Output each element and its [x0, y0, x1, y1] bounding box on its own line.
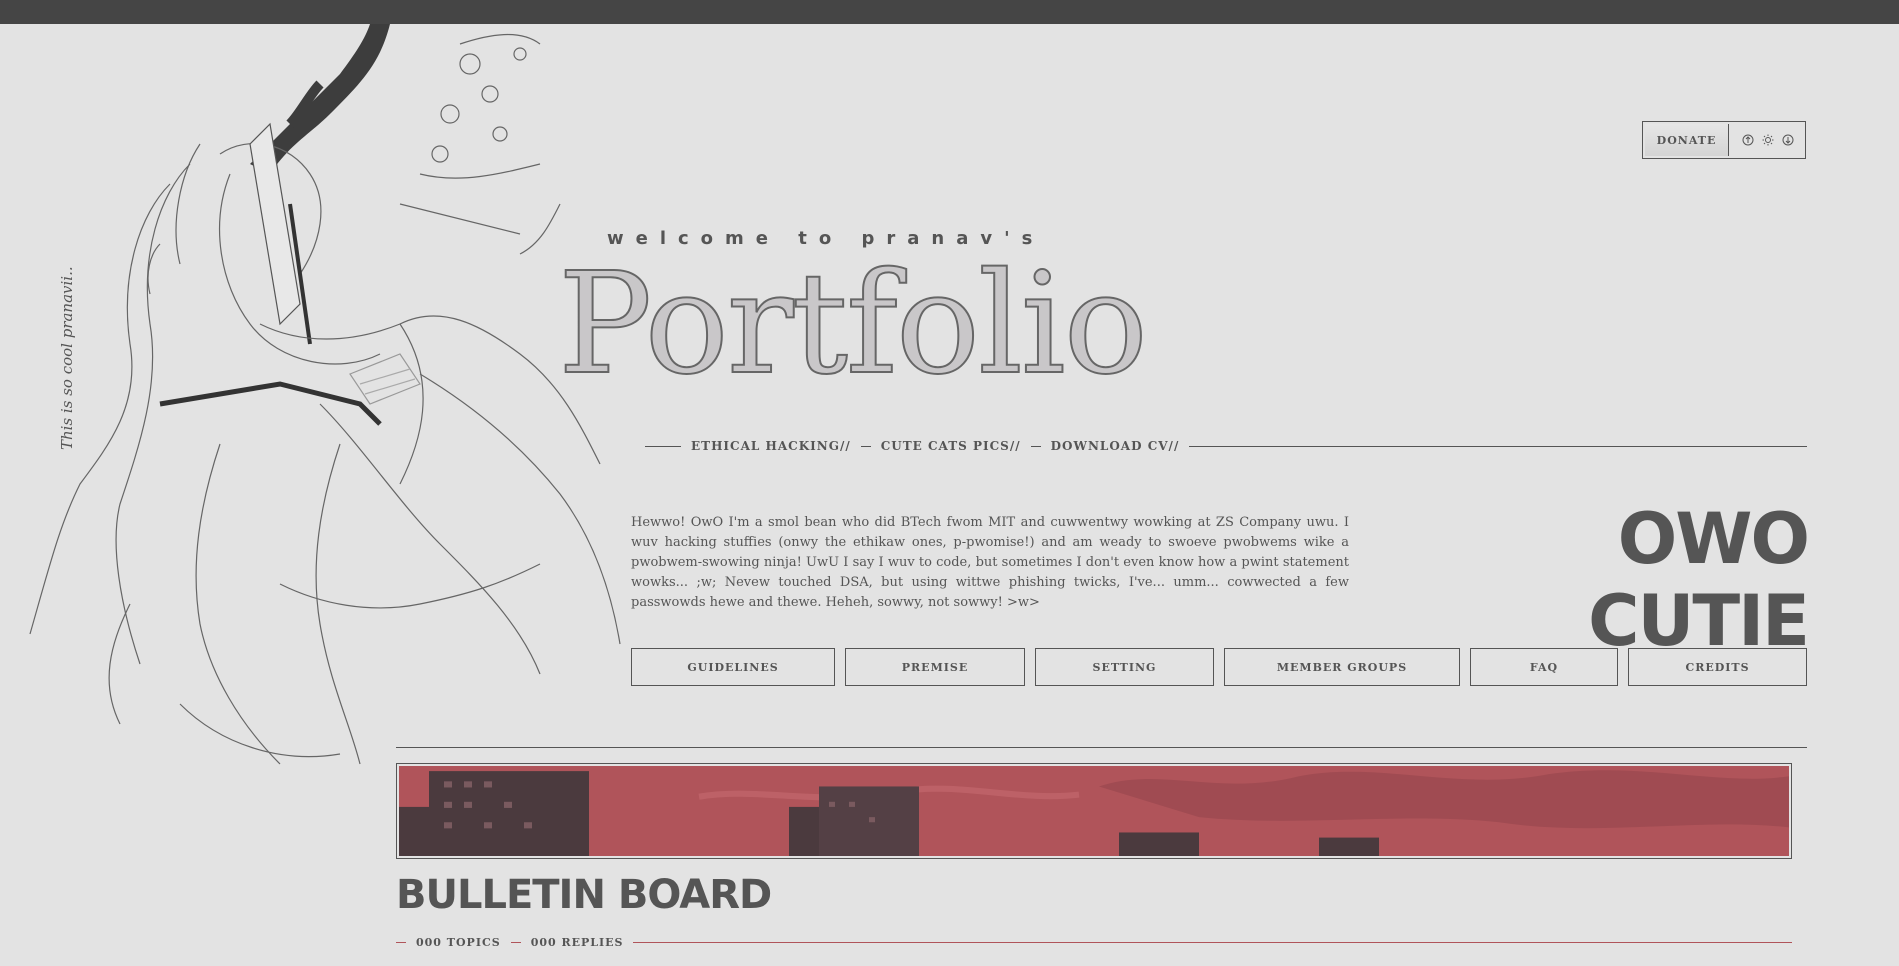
credits-button[interactable]: CREDITS — [1628, 648, 1807, 686]
stats-dash — [396, 941, 406, 943]
tagline: OWO CUTIE — [1588, 498, 1810, 662]
section-divider — [396, 747, 1807, 748]
sun-icon[interactable] — [1761, 133, 1775, 147]
faq-button[interactable]: FAQ — [1470, 648, 1618, 686]
icon-group — [1731, 122, 1805, 158]
nav-dash — [1030, 445, 1041, 447]
nav-download-cv[interactable]: DOWNLOAD CV// — [1041, 439, 1190, 453]
stats-rule — [633, 941, 1792, 943]
hero-illustration — [20, 24, 640, 794]
nav-ethical-hacking[interactable]: ETHICAL HACKING// — [681, 439, 861, 453]
donate-button[interactable]: DONATE — [1645, 124, 1729, 156]
bulletin-banner — [396, 763, 1792, 859]
arrow-down-circle-icon[interactable] — [1781, 133, 1795, 147]
city-banner-image — [399, 766, 1789, 856]
top-actions: DONATE — [1642, 121, 1806, 159]
nav-dash — [645, 445, 681, 447]
side-caption: This is so cool pranavii.. — [58, 266, 76, 450]
bulletin-title: BULLETIN BOARD — [396, 872, 772, 918]
stats-dash — [510, 941, 521, 943]
arrow-up-circle-icon[interactable] — [1741, 133, 1755, 147]
guidelines-button[interactable]: GUIDELINES — [631, 648, 835, 686]
topics-count: 000 TOPICS — [416, 935, 501, 949]
member-groups-button[interactable]: MEMBER GROUPS — [1224, 648, 1460, 686]
nav-dash — [860, 445, 871, 447]
intro-paragraph: Hewwo! OwO I'm a smol bean who did BTech… — [631, 515, 1349, 610]
top-bar — [0, 0, 1899, 24]
nav-bar: ETHICAL HACKING// CUTE CATS PICS// DOWNL… — [645, 436, 1807, 456]
setting-button[interactable]: SETTING — [1035, 648, 1214, 686]
nav-cute-cats-pics[interactable]: CUTE CATS PICS// — [871, 439, 1031, 453]
section-buttons: GUIDELINES PREMISE SETTING MEMBER GROUPS… — [631, 648, 1807, 686]
nav-rule — [1189, 445, 1807, 447]
replies-count: 000 REPLIES — [530, 935, 624, 949]
bulletin-stats: 000 TOPICS 000 REPLIES — [396, 933, 1792, 951]
portfolio-title: Portfolio — [557, 243, 1149, 406]
premise-button[interactable]: PREMISE — [845, 648, 1025, 686]
